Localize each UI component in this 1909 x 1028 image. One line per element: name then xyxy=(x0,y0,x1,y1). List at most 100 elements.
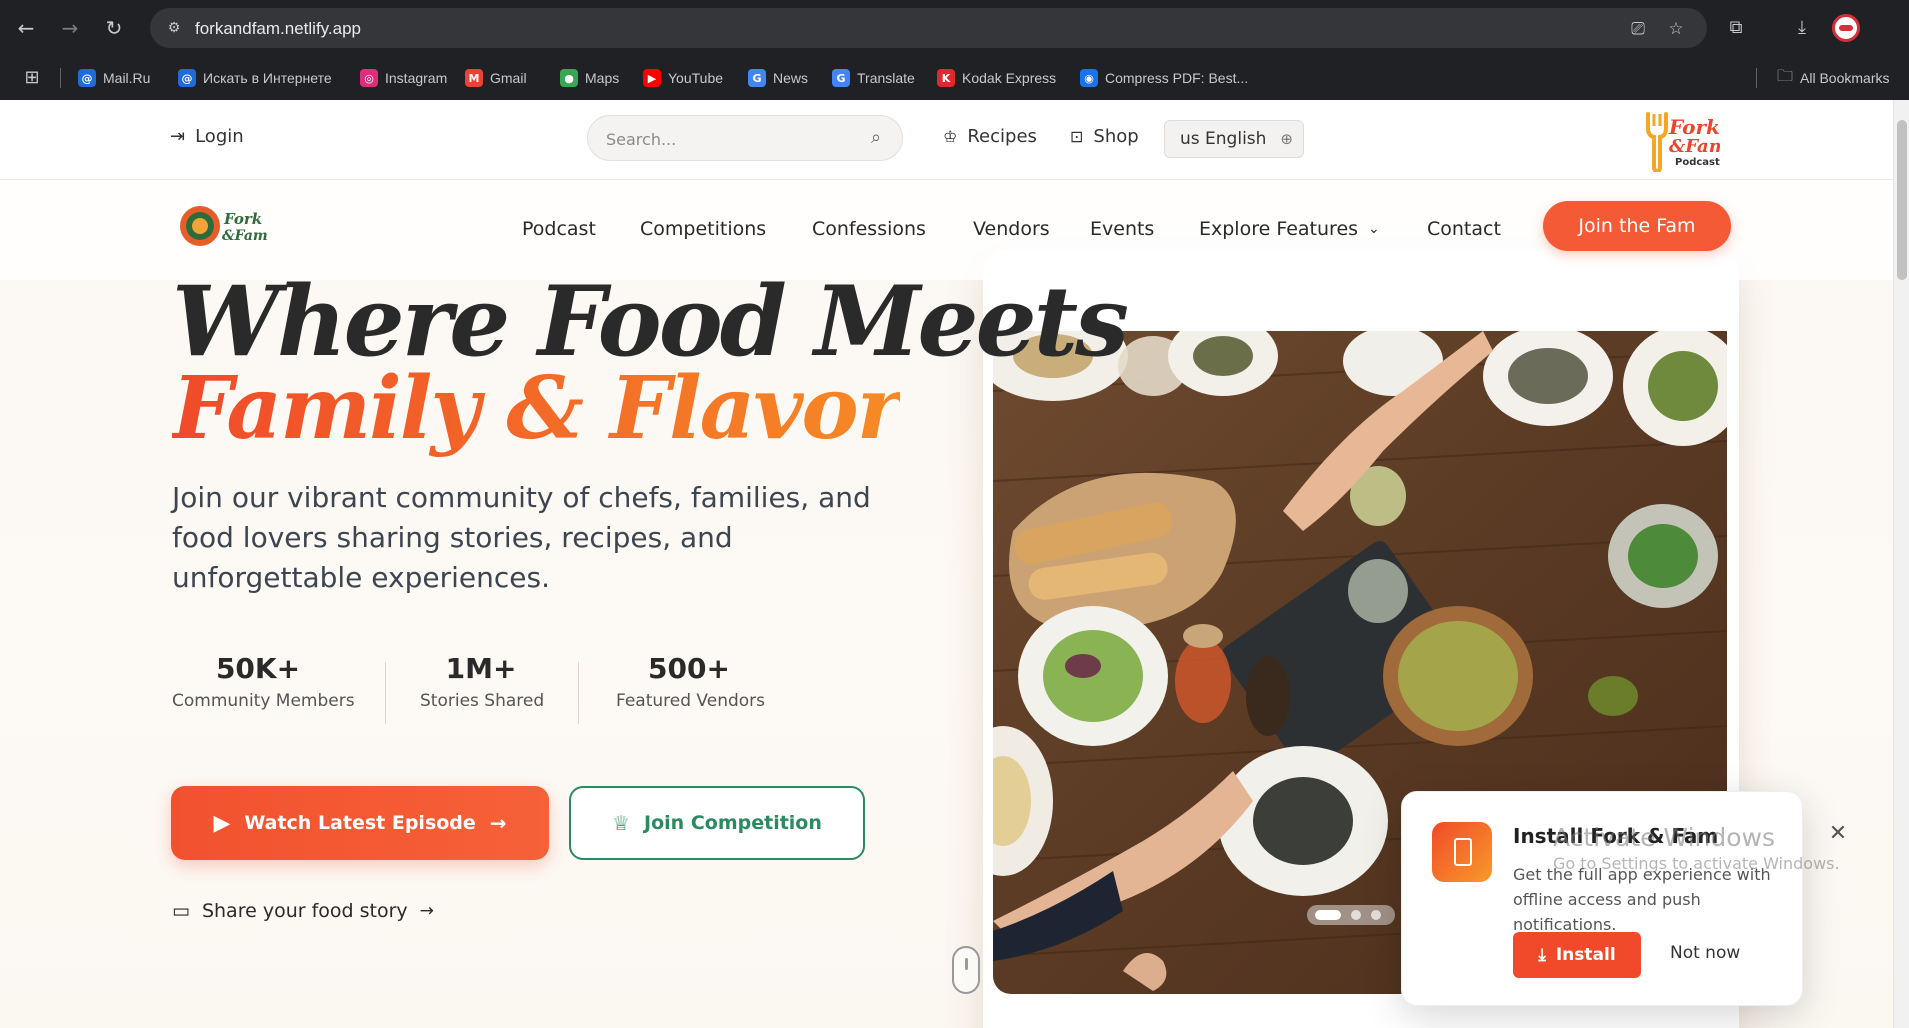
bookmark-item[interactable]: @ Mail.Ru xyxy=(78,67,150,89)
bookmark-item[interactable]: ◉ Compress PDF: Best... xyxy=(1080,67,1248,89)
recipes-link[interactable]: ♔ Recipes xyxy=(943,126,1037,147)
scrollbar-thumb[interactable] xyxy=(1897,120,1907,280)
stat-stories: 1M+ Stories Shared xyxy=(420,652,544,711)
shop-label: Shop xyxy=(1093,126,1139,147)
svg-text:&Fam: &Fam xyxy=(222,228,268,244)
stat-label: Featured Vendors xyxy=(616,691,766,711)
stat-value: 1M+ xyxy=(445,652,517,685)
svg-text:Fork: Fork xyxy=(223,210,262,228)
reload-icon[interactable]: ↻ xyxy=(100,14,128,42)
nav-competitions[interactable]: Competitions xyxy=(640,218,766,240)
shop-link[interactable]: ⊡ Shop xyxy=(1070,126,1139,147)
nav-events[interactable]: Events xyxy=(1090,218,1154,240)
join-competition-button[interactable]: ♕ Join Competition xyxy=(569,786,865,860)
bookmark-item[interactable]: @ Искать в Интернете xyxy=(178,67,332,89)
nav-confessions[interactable]: Confessions xyxy=(812,218,926,240)
share-food-story-link[interactable]: ▭ Share your food story → xyxy=(172,900,434,922)
page-scrollbar[interactable] xyxy=(1893,100,1909,1028)
site-logo[interactable]: Fork &Fam xyxy=(178,200,268,250)
competition-label: Join Competition xyxy=(644,812,822,834)
svg-text:&Fam: &Fam xyxy=(1669,136,1720,157)
bookmark-label: Gmail xyxy=(490,70,527,86)
bookmark-item[interactable]: G News xyxy=(748,67,808,89)
language-label: us English xyxy=(1180,129,1267,149)
phone-icon xyxy=(1432,822,1492,882)
bookmark-item[interactable]: ● Maps xyxy=(560,67,619,89)
bookmark-label: Искать в Интернете xyxy=(203,70,332,86)
address-row: ← → ↻ ⚙ forkandfam.netlify.app ⎚ ☆ ⧉ ⤓ xyxy=(0,0,1909,56)
bookmark-favicon-icon: ◎ xyxy=(360,69,378,87)
top-bar: ⇥ Login ⌕ ♔ Recipes ⊡ Shop us English ⊕ … xyxy=(0,100,1893,180)
bookmark-favicon-icon: ● xyxy=(560,69,578,87)
bookmarks-separator xyxy=(1756,68,1757,88)
nav-explore-features[interactable]: Explore Features ⌄ xyxy=(1199,218,1380,240)
login-link[interactable]: ⇥ Login xyxy=(170,126,244,147)
download-icon: ⤓ xyxy=(1538,945,1546,965)
bookmark-item[interactable]: G Translate xyxy=(832,67,915,89)
bookmark-favicon-icon: @ xyxy=(178,69,196,87)
stat-vendors: 500+ Featured Vendors xyxy=(616,652,766,711)
bookmark-item[interactable]: ▶ YouTube xyxy=(643,67,723,89)
recipes-label: Recipes xyxy=(967,126,1037,147)
bookmark-item[interactable]: M Gmail xyxy=(465,67,527,89)
bookmark-item[interactable]: ◎ Instagram xyxy=(360,67,447,89)
chef-hat-icon: ♔ xyxy=(943,127,958,146)
not-now-button[interactable]: Not now xyxy=(1670,943,1740,963)
install-app-popup: Install Fork & Fam Get the full app expe… xyxy=(1401,791,1803,1006)
chevron-down-icon: ⌄ xyxy=(1368,221,1380,237)
play-icon: ▶ xyxy=(213,810,231,836)
podcast-logo[interactable]: Fork &Fam Podcast xyxy=(1640,110,1728,174)
page: ⇥ Login ⌕ ♔ Recipes ⊡ Shop us English ⊕ … xyxy=(0,100,1893,1028)
stat-label: Community Members xyxy=(172,691,355,711)
install-label: Install xyxy=(1555,945,1616,965)
bookmark-label: Translate xyxy=(857,70,915,86)
carousel-dot-active[interactable] xyxy=(1315,910,1341,920)
carousel-dot[interactable] xyxy=(1371,910,1381,920)
bookmark-favicon-icon: K xyxy=(937,69,955,87)
bookmark-label: Instagram xyxy=(385,70,448,86)
language-selector[interactable]: us English ⊕ xyxy=(1164,120,1304,158)
bookmark-star-icon[interactable]: ☆ xyxy=(1665,18,1687,40)
folder-icon: 🗀 xyxy=(1777,65,1794,85)
carousel-dot[interactable] xyxy=(1351,910,1361,920)
bookmarks-separator xyxy=(60,68,61,88)
bookmark-favicon-icon: ◉ xyxy=(1080,69,1098,87)
forward-icon[interactable]: → xyxy=(56,14,84,42)
search-icon[interactable]: ⌕ xyxy=(864,126,888,150)
message-icon: ▭ xyxy=(172,900,190,922)
bookmark-label: News xyxy=(773,70,809,86)
all-bookmarks[interactable]: 🗀 All Bookmarks xyxy=(1777,65,1889,89)
join-the-fam-button[interactable]: Join the Fam xyxy=(1543,201,1731,251)
install-app-icon[interactable]: ⎚ xyxy=(1627,18,1649,40)
address-bar[interactable]: ⚙ forkandfam.netlify.app ⎚ ☆ xyxy=(150,8,1707,48)
install-button[interactable]: ⤓ Install xyxy=(1513,932,1641,978)
site-info-icon[interactable]: ⚙ xyxy=(164,18,184,38)
profile-avatar[interactable] xyxy=(1832,14,1860,42)
svg-text:Podcast: Podcast xyxy=(1675,157,1720,168)
bookmark-label: Compress PDF: Best... xyxy=(1105,70,1249,86)
stat-community: 50K+ Community Members xyxy=(172,652,355,711)
extensions-icon[interactable]: ⧉ xyxy=(1722,14,1750,42)
search-box[interactable]: ⌕ xyxy=(587,115,903,161)
bookmark-item[interactable]: K Kodak Express xyxy=(937,67,1056,89)
downloads-icon[interactable]: ⤓ xyxy=(1788,14,1816,42)
bookmark-label: YouTube xyxy=(668,70,724,86)
watch-latest-episode-button[interactable]: ▶ Watch Latest Episode → xyxy=(171,786,549,860)
nav-contact[interactable]: Contact xyxy=(1427,218,1501,240)
stat-value: 500+ xyxy=(648,652,730,685)
close-icon[interactable]: ✕ xyxy=(1826,822,1850,846)
arrow-right-icon: → xyxy=(489,811,507,835)
nav-vendors[interactable]: Vendors xyxy=(973,218,1050,240)
nav-podcast[interactable]: Podcast xyxy=(522,218,596,240)
trophy-icon: ♕ xyxy=(612,811,631,835)
bookmark-favicon-icon: ▶ xyxy=(643,69,661,87)
install-title: Install Fork & Fam xyxy=(1513,824,1719,848)
search-input[interactable] xyxy=(606,128,846,150)
apps-grid-icon[interactable]: ⊞ xyxy=(20,66,44,90)
stat-divider xyxy=(385,662,386,724)
url-text[interactable]: forkandfam.netlify.app xyxy=(195,19,361,39)
back-icon[interactable]: ← xyxy=(12,14,40,42)
scroll-mouse-icon xyxy=(952,946,980,994)
bookmark-label: Maps xyxy=(585,70,620,86)
hero-subtitle: Join our vibrant community of chefs, fam… xyxy=(172,481,871,594)
